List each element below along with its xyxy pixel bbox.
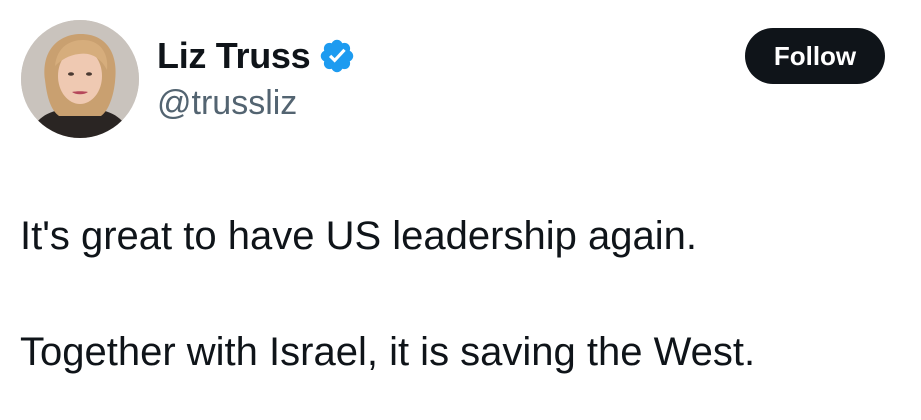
- author-name-row: Liz Truss: [157, 34, 356, 78]
- tweet-paragraph: Together with Israel, it is saving the W…: [20, 330, 756, 374]
- tweet-card: Liz Truss @trussliz Follow It's great to…: [0, 0, 921, 420]
- follow-button[interactable]: Follow: [745, 28, 885, 84]
- author-handle[interactable]: @trussliz: [157, 82, 297, 124]
- verified-badge-icon: [318, 37, 356, 75]
- author-display-name[interactable]: Liz Truss: [157, 34, 311, 78]
- tweet-paragraph: It's great to have US leadership again.: [20, 214, 697, 258]
- profile-photo: [21, 20, 139, 138]
- avatar[interactable]: [21, 20, 139, 138]
